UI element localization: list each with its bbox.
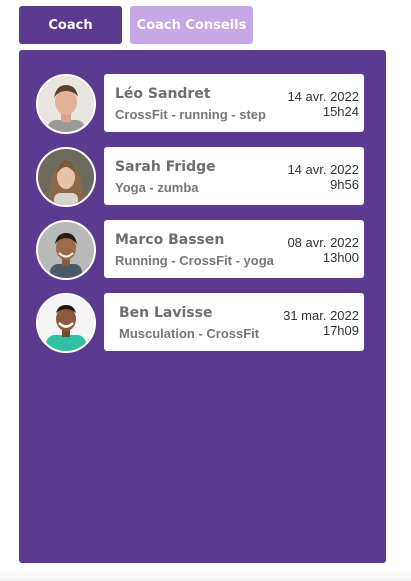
coach-card[interactable]: Sarah Fridge Yoga - zumba 14 avr. 2022 9… [104,147,364,205]
avatar [36,293,96,353]
coach-row[interactable]: Sarah Fridge Yoga - zumba 14 avr. 2022 9… [36,147,364,207]
message-date: 14 avr. 2022 [287,89,359,104]
coach-card[interactable]: Ben Lavisse Musculation - CrossFit 31 ma… [104,293,364,351]
coach-row[interactable]: Léo Sandret CrossFit - running - step 14… [36,74,364,134]
coach-specialty: Musculation - CrossFit [119,326,260,341]
bottom-divider [0,571,411,581]
message-time: 9h56 [330,177,359,192]
coach-specialty: Running - CrossFit - yoga [115,253,274,268]
message-date: 08 avr. 2022 [287,235,359,250]
message-time: 17h09 [322,323,359,338]
coach-specialty: Yoga - zumba [115,180,199,195]
coach-name: Ben Lavisse [119,305,213,321]
message-date: 31 mar. 2022 [283,308,359,323]
tab-coach[interactable]: Coach [19,6,122,44]
avatar [36,220,96,280]
coach-name: Marco Bassen [115,232,225,248]
coach-name: Léo Sandret [115,86,211,102]
coach-specialty: CrossFit - running - step [115,107,266,122]
avatar [36,147,96,207]
coach-row[interactable]: Ben Lavisse Musculation - CrossFit 31 ma… [36,293,364,353]
message-time: 15h24 [322,104,359,119]
message-time: 13h00 [322,250,359,265]
coach-name: Sarah Fridge [115,159,216,175]
tab-coach-conseils[interactable]: Coach Conseils [130,6,253,44]
avatar [36,74,96,134]
coach-card[interactable]: Marco Bassen Running - CrossFit - yoga 0… [104,220,364,278]
coach-row[interactable]: Marco Bassen Running - CrossFit - yoga 0… [36,220,364,280]
message-date: 14 avr. 2022 [287,162,359,177]
coach-card[interactable]: Léo Sandret CrossFit - running - step 14… [104,74,364,132]
